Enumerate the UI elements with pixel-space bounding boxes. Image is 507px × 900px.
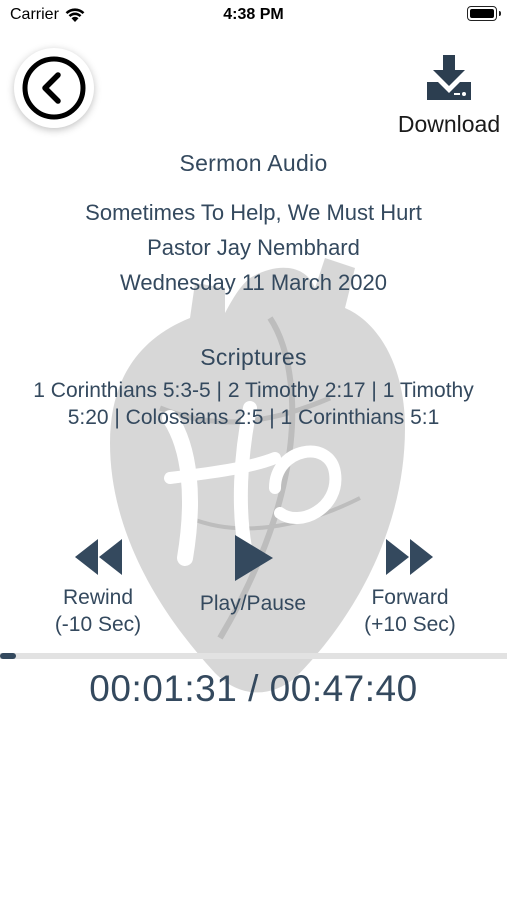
scriptures-heading: Scriptures	[200, 344, 307, 370]
rewind-sublabel: (-10 Sec)	[54, 613, 142, 636]
playback-progress-bar[interactable]	[0, 653, 507, 659]
sermon-date: Wednesday 11 March 2020	[119, 270, 388, 295]
download-icon	[427, 55, 471, 100]
scripture-references: 1 Corinthians 5:3-5 | 2 Timothy 2:17 | 1…	[33, 379, 474, 429]
sermon-speaker: Pastor Jay Nembhard	[147, 235, 360, 260]
rewind-label: Rewind	[62, 586, 134, 609]
rewind-icon	[75, 539, 122, 575]
rewind-button[interactable]: Rewind (-10 Sec)	[42, 537, 154, 638]
back-button[interactable]	[14, 48, 94, 128]
time-display: 00:01:31 / 00:47:40	[89, 668, 418, 709]
play-icon	[235, 535, 273, 581]
chevron-left-icon	[22, 56, 86, 120]
sermon-title: Sometimes To Help, We Must Hurt	[85, 200, 422, 225]
sermon-audio-heading: Sermon Audio	[179, 150, 328, 176]
progress-fill	[0, 653, 17, 659]
play-pause-label: Play/Pause	[199, 592, 307, 615]
playback-controls: Rewind (-10 Sec) Play/Pause Forward (+10…	[0, 535, 507, 638]
status-time: 4:38 PM	[223, 6, 284, 23]
download-button[interactable]: Download	[394, 52, 504, 138]
forward-sublabel: (+10 Sec)	[364, 613, 456, 636]
fast-forward-icon	[386, 539, 433, 575]
play-pause-button[interactable]: Play/Pause	[193, 535, 313, 617]
download-label: Download	[397, 111, 501, 137]
status-bar: Carrier 4:38 PM	[0, 0, 507, 30]
sermon-details: Sermon Audio Sometimes To Help, We Must …	[0, 150, 507, 431]
forward-button[interactable]: Forward (+10 Sec)	[352, 537, 468, 638]
battery-icon	[467, 6, 501, 21]
forward-label: Forward	[371, 586, 449, 609]
